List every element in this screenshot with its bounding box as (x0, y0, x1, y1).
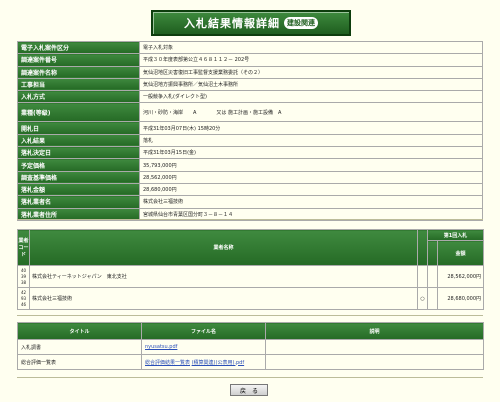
page-subtitle-badge: 建設関連 (284, 17, 318, 29)
info-row: 工事担当 気仙沼地方振興事務所／気仙沼土木事務所 (17, 77, 483, 92)
info-row: 入札結果 落札 (17, 133, 483, 148)
info-row: 落札金額 28,680,000円 (17, 182, 483, 197)
info-row: 調達案件番号 平成３０年度表部第公立４６８１１２－ 202号 (17, 53, 483, 67)
info-value: 28,680,000円 (139, 182, 483, 197)
info-label: 調達案件番号 (17, 53, 140, 67)
empty-cell (427, 265, 438, 288)
doc-title: 入札調書 (17, 339, 142, 355)
doc-note-header: 説明 (265, 322, 484, 340)
documents-table: タイトル ファイル名 説明 入札調書 nyusatsu.pdf 総合評価一覧表 … (17, 322, 484, 370)
bid-amount: 28,562,000円 (436, 265, 485, 288)
info-value: 電子入札対象 (139, 40, 483, 55)
info-value: 平成31年03月07日(木) 15時20分 (139, 121, 483, 135)
doc-title-header: タイトル (17, 322, 142, 340)
mark-header (417, 229, 428, 266)
info-row: 調達案件名称 気仙沼地区災害復旧工事監督支援業務委託（その２） (17, 65, 483, 79)
doc-file-link[interactable]: 総合評価結果一覧表 (145, 360, 190, 366)
info-label: 入札方式 (17, 90, 140, 104)
award-mark (417, 265, 428, 288)
info-label: 入札結果 (17, 133, 140, 148)
info-label: 調達案件名称 (17, 65, 140, 79)
bidder-code: 42 93 46 (17, 287, 30, 310)
info-row: 調査基準価格 28,562,000円 (17, 170, 483, 184)
info-label: 落札業者名 (17, 195, 140, 209)
info-label: 電子入札案件区分 (17, 40, 140, 55)
info-value: 35,793,000円 (139, 158, 483, 172)
doc-note (265, 354, 484, 370)
info-value: 平成３０年度表部第公立４６８１１２－ 202号 (139, 53, 483, 67)
divider (17, 377, 483, 378)
info-row: 落札決定日 平成31年03月15日(金) (17, 146, 483, 160)
info-value: 落札 (139, 133, 483, 148)
info-value: 気仙沼地区災害復旧工事監督支援業務委託（その２） (139, 65, 483, 79)
contract-info-table: 電子入札案件区分 電子入札対象 調達案件番号 平成３０年度表部第公立４６８１１２－ 2… (17, 40, 483, 221)
info-label: 予定価格 (17, 158, 140, 172)
info-value: 河川・砂防・海岸 A 又は 施工計画・施工設備 A (139, 102, 483, 123)
doc-file-cell: nyusatsu.pdf (141, 339, 266, 355)
doc-title: 総合評価一覧表 (17, 354, 142, 370)
bidders-table: 業者コード 業者名称 第1回入札 金額 40 39 38 株式会社ティーネットジ… (17, 229, 485, 310)
doc-file-link[interactable]: nyusatsu.pdf (145, 344, 177, 350)
info-value: 株式会社三福技術 (139, 195, 483, 209)
page-title-banner: 入札結果情報詳細 建設関連 (151, 10, 351, 36)
page-title: 入札結果情報詳細 (184, 17, 280, 30)
doc-file-header: ファイル名 (141, 322, 266, 340)
info-label: 業種(等級) (17, 102, 140, 123)
divider (17, 219, 483, 220)
info-label: 落札金額 (17, 182, 140, 197)
info-value: 平成31年03月15日(金) (139, 146, 483, 160)
info-label: 開札日 (17, 121, 140, 135)
bidder-name: 株式会社三福技術 (29, 287, 418, 310)
info-row: 落札業者名 株式会社三福技術 (17, 195, 483, 209)
doc-file-cell: 総合評価結果一覧表 (積算関連)(公表用).pdf (141, 354, 266, 370)
bidder-name: 株式会社ティーネットジャパン 東北支社 (29, 265, 418, 288)
bidder-code-header: 業者コード (17, 229, 30, 266)
info-label: 調査基準価格 (17, 170, 140, 184)
info-row: 開札日 平成31年03月07日(木) 15時20分 (17, 121, 483, 135)
bidder-name-header: 業者名称 (29, 229, 418, 266)
info-label: 落札決定日 (17, 146, 140, 160)
round1-sub-header (427, 240, 438, 266)
info-value: 気仙沼地方振興事務所／気仙沼土木事務所 (139, 77, 483, 92)
back-button[interactable]: 戻 る (230, 384, 268, 396)
round1-header: 第1回入札 (426, 229, 485, 241)
info-row: 予定価格 35,793,000円 (17, 158, 483, 172)
doc-note (265, 339, 484, 355)
bidder-code: 40 39 38 (17, 265, 30, 288)
empty-cell (427, 287, 438, 310)
bid-amount: 28,680,000円 (436, 287, 485, 310)
info-label: 工事担当 (17, 77, 140, 92)
info-row: 電子入札案件区分 電子入札対象 (17, 40, 483, 55)
info-row: 業種(等級) 河川・砂防・海岸 A 又は 施工計画・施工設備 A (17, 102, 483, 123)
info-value: 一般競争入札(ダイレクト型) (139, 90, 483, 104)
info-value: 28,562,000円 (139, 170, 483, 184)
award-mark: ○ (417, 287, 428, 310)
info-row: 入札方式 一般競争入札(ダイレクト型) (17, 90, 483, 104)
amount-header: 金額 (436, 240, 485, 266)
divider (17, 315, 483, 316)
doc-file-link[interactable]: (積算関連)(公表用).pdf (192, 360, 245, 366)
